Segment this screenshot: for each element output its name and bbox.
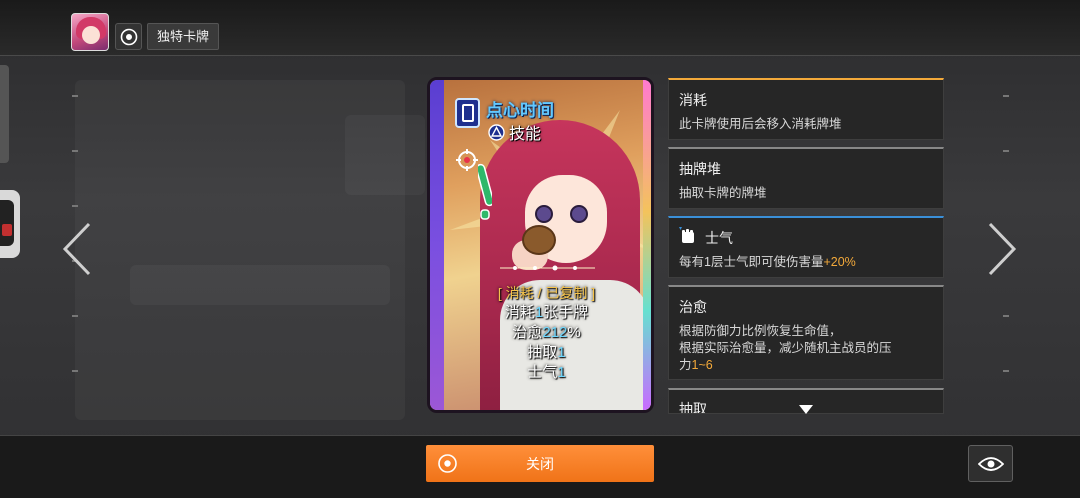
card-keywords: [ 消耗 / 已复制 ] (497, 285, 596, 301)
character-eye (535, 205, 553, 223)
divider-tick (72, 205, 78, 207)
side-character-tab[interactable] (0, 190, 20, 258)
divider-tick (72, 315, 78, 317)
card-display: 点心时间 技能 [ 消耗 / 已复制 ] 消耗1张手牌 治愈212% 抽取1 士… (427, 77, 654, 413)
card-effect-text: [ 消耗 / 已复制 ] 消耗1张手牌 治愈212% 抽取1 士气1 (444, 283, 649, 383)
eye-icon (977, 456, 1004, 471)
keyword-title: 抽取 (679, 401, 707, 414)
sparkle-divider (500, 265, 595, 271)
keyword-desc: 根据防御力比例恢复生命值， 根据实际治愈量，减少随机主战员的压 力1~6 (679, 324, 892, 372)
keyword-desc: 此卡牌使用后会移入消耗牌堆 (679, 117, 842, 131)
top-bar: 独特卡牌 (0, 0, 1080, 56)
keyword-title: 士气 (705, 230, 733, 246)
card-frame-left (430, 80, 444, 410)
background-blur (130, 265, 390, 305)
keyword-panel-exhaust: 消耗 此卡牌使用后会移入消耗牌堆 (668, 78, 944, 140)
scroll-down-icon[interactable] (799, 405, 813, 415)
cookie-image (522, 225, 556, 255)
card-effect-line: 士气1 (527, 364, 566, 381)
card-cost-icon (455, 98, 480, 128)
keyword-panel-draw-pile: 抽牌堆 抽取卡牌的牌堆 (668, 147, 944, 209)
divider-tick (1003, 150, 1009, 152)
card-name: 点心时间 (486, 101, 554, 120)
target-circle-icon (115, 23, 142, 50)
previous-card-button[interactable] (62, 222, 92, 276)
divider-tick (1003, 315, 1009, 317)
close-button[interactable]: 关闭 (426, 445, 654, 482)
character-eye (570, 205, 588, 223)
keyword-panel-morale: 士气 每有1层士气即可使伤害量+20% (668, 216, 944, 278)
keyword-title: 治愈 (679, 299, 707, 315)
divider-tick (72, 95, 78, 97)
keyword-desc: 每有1层士气即可使伤害量+20% (679, 255, 856, 269)
keyword-panel-heal: 治愈 根据防御力比例恢复生命值， 根据实际治愈量，减少随机主战员的压 力1~6 (668, 285, 944, 380)
chevron-left-icon (62, 222, 91, 276)
card-type: 技能 (488, 120, 541, 144)
next-card-button[interactable] (987, 222, 1017, 276)
close-button-label: 关闭 (526, 455, 554, 472)
side-panel-tab[interactable] (0, 65, 9, 163)
target-circle-icon (438, 454, 457, 473)
avatar[interactable] (71, 13, 109, 51)
card-type-label: 技能 (509, 126, 542, 143)
card-category-tag: 独特卡牌 (147, 23, 220, 50)
divider-tick (1003, 95, 1009, 97)
view-toggle-button[interactable] (968, 445, 1013, 482)
card-detail-screen: 独特卡牌 点心时间 技能 [消耗 / 已复制] 消耗1张手牌 治愈212% … (0, 0, 1080, 498)
card-effect-line: 治愈212% (512, 324, 581, 341)
card-effect-line: 消耗1张手牌 (504, 304, 589, 321)
divider-tick (1003, 370, 1009, 372)
skill-triangle-icon (488, 123, 505, 141)
background-blur (345, 115, 425, 195)
divider-tick (72, 150, 78, 152)
energy-gauge-icon (478, 163, 492, 220)
card-effect-line: 抽取1 (527, 344, 566, 361)
chevron-right-icon (988, 222, 1017, 276)
keyword-title: 抽牌堆 (679, 161, 721, 177)
crosshair-icon (456, 149, 478, 171)
fist-icon (679, 227, 694, 243)
keyword-title: 消耗 (679, 92, 707, 108)
keyword-desc: 抽取卡牌的牌堆 (679, 186, 767, 200)
divider-tick (72, 370, 78, 372)
